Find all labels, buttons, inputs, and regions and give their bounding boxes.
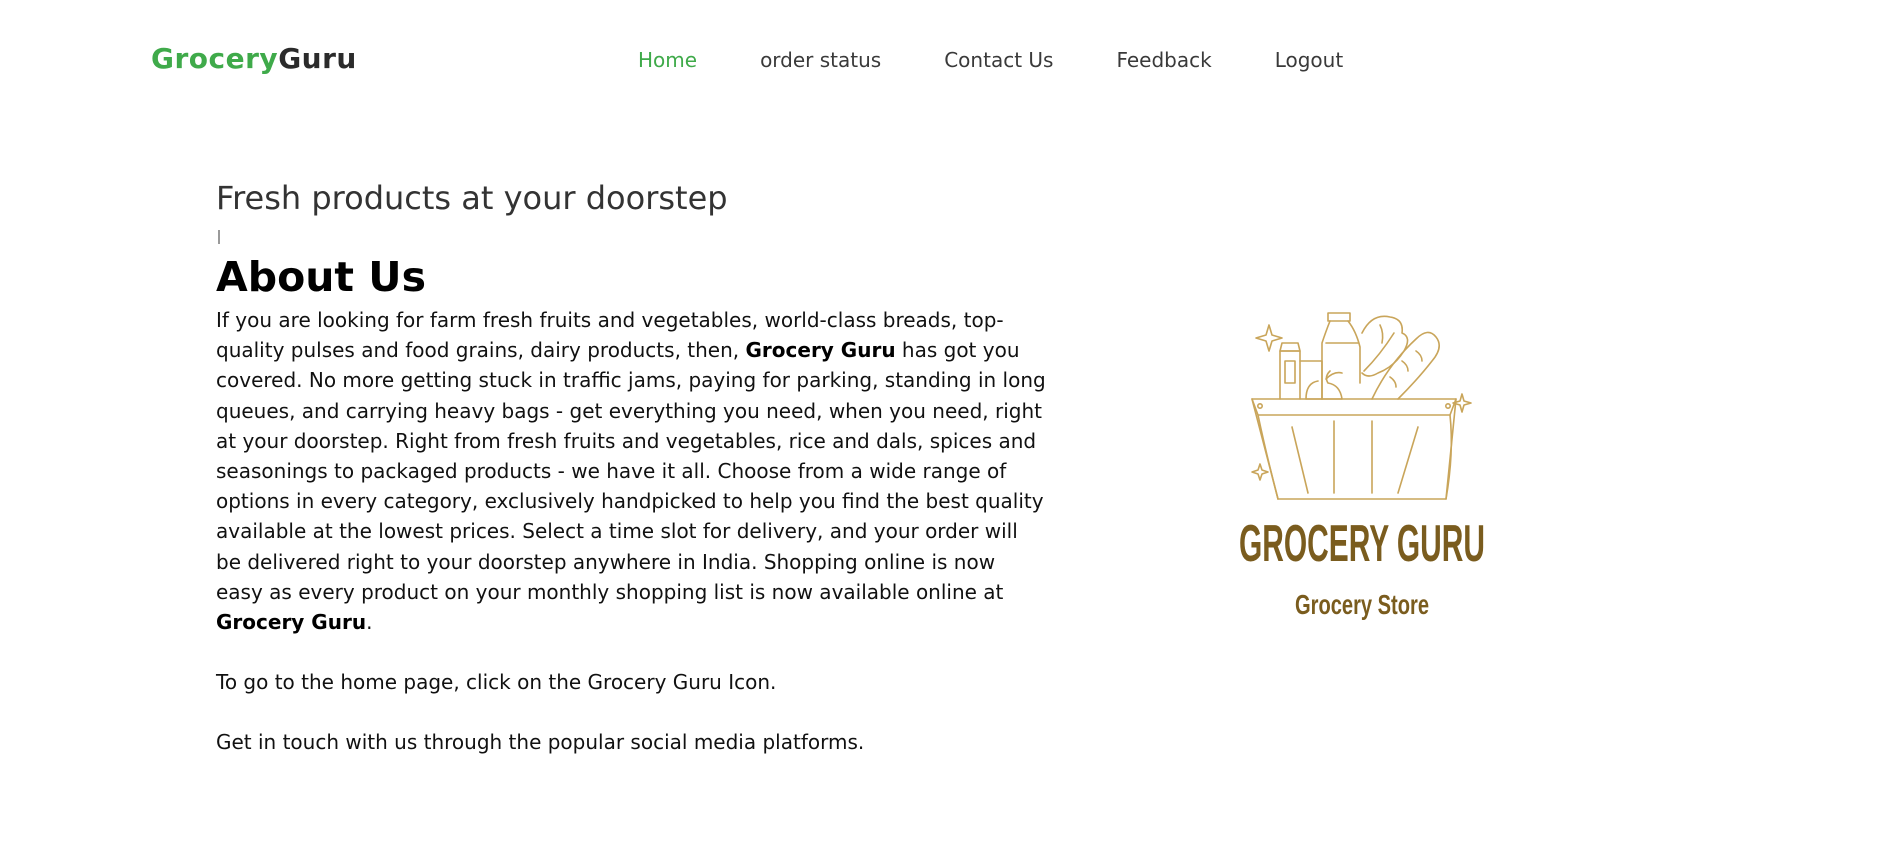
navbar: GroceryGuru Home order status Contact Us… [0,0,1877,120]
logo-text-grocery: Grocery [151,42,279,75]
nav-item-contact: Contact Us [944,48,1053,72]
logo-subtitle: Grocery Store [1295,589,1429,620]
nav-item-home: Home [638,48,697,72]
nav-menu: Home order status Contact Us Feedback Lo… [638,48,1406,72]
logo-text-guru: Guru [278,42,357,75]
social-media-note: Get in touch with us through the popular… [216,730,865,755]
nav-link-order-status[interactable]: order status [760,48,881,72]
nav-item-logout: Logout [1275,48,1343,72]
grocery-guru-logo[interactable]: GROCERY GURU Grocery Store [1222,303,1502,643]
nav-item-feedback: Feedback [1116,48,1211,72]
brand-name-bold: Grocery Guru [216,610,367,635]
nav-link-home[interactable]: Home [638,48,697,72]
about-text-part3: . [366,610,373,635]
home-page-note: To go to the home page, click on the Gro… [216,670,777,695]
brand-name-bold: Grocery Guru [745,338,896,363]
site-logo-link[interactable]: GroceryGuru [151,42,357,75]
nav-item-order-status: order status [760,48,881,72]
typing-cursor [218,230,220,244]
about-title: About Us [216,253,427,301]
about-paragraph: If you are looking for farm fresh fruits… [216,305,1046,637]
about-section: Fresh products at your doorstep About Us… [216,176,1046,758]
grocery-basket-icon: GROCERY GURU Grocery Store [1239,312,1485,620]
nav-link-contact-us[interactable]: Contact Us [944,48,1053,72]
about-text-part2: has got you covered. No more getting stu… [216,338,1046,604]
hero-tagline: Fresh products at your doorstep [216,179,728,217]
nav-link-logout[interactable]: Logout [1275,48,1343,72]
nav-link-feedback[interactable]: Feedback [1116,48,1211,72]
logo-title: GROCERY GURU [1239,515,1485,573]
